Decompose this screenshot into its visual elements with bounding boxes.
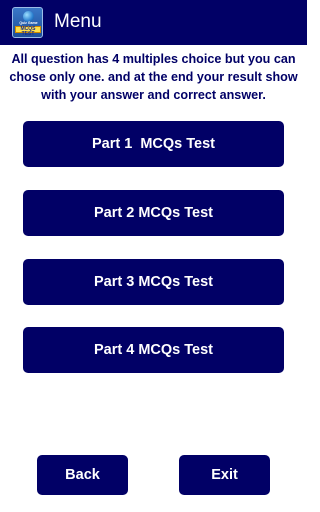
menu-screen: Quiz Game MCQS TEST Menu All question ha… [0,0,307,512]
part-1-test-button[interactable]: Part 1 MCQs Test [23,121,284,167]
part-3-test-button[interactable]: Part 3 MCQs Test [23,259,284,305]
app-logo-top-text: Quiz Game [19,21,38,25]
app-logo-icon[interactable]: Quiz Game MCQS TEST [12,7,43,38]
back-button[interactable]: Back [37,455,128,495]
instructions-text: All question has 4 multiples choice but … [9,52,298,102]
app-logo-banner: MCQS TEST [15,26,41,37]
part-2-test-button[interactable]: Part 2 MCQs Test [23,190,284,236]
part-4-test-button[interactable]: Part 4 MCQs Test [23,327,284,373]
page-title: Menu [54,11,102,32]
action-bar: Quiz Game MCQS TEST Menu [0,0,307,45]
exit-button[interactable]: Exit [179,455,270,495]
